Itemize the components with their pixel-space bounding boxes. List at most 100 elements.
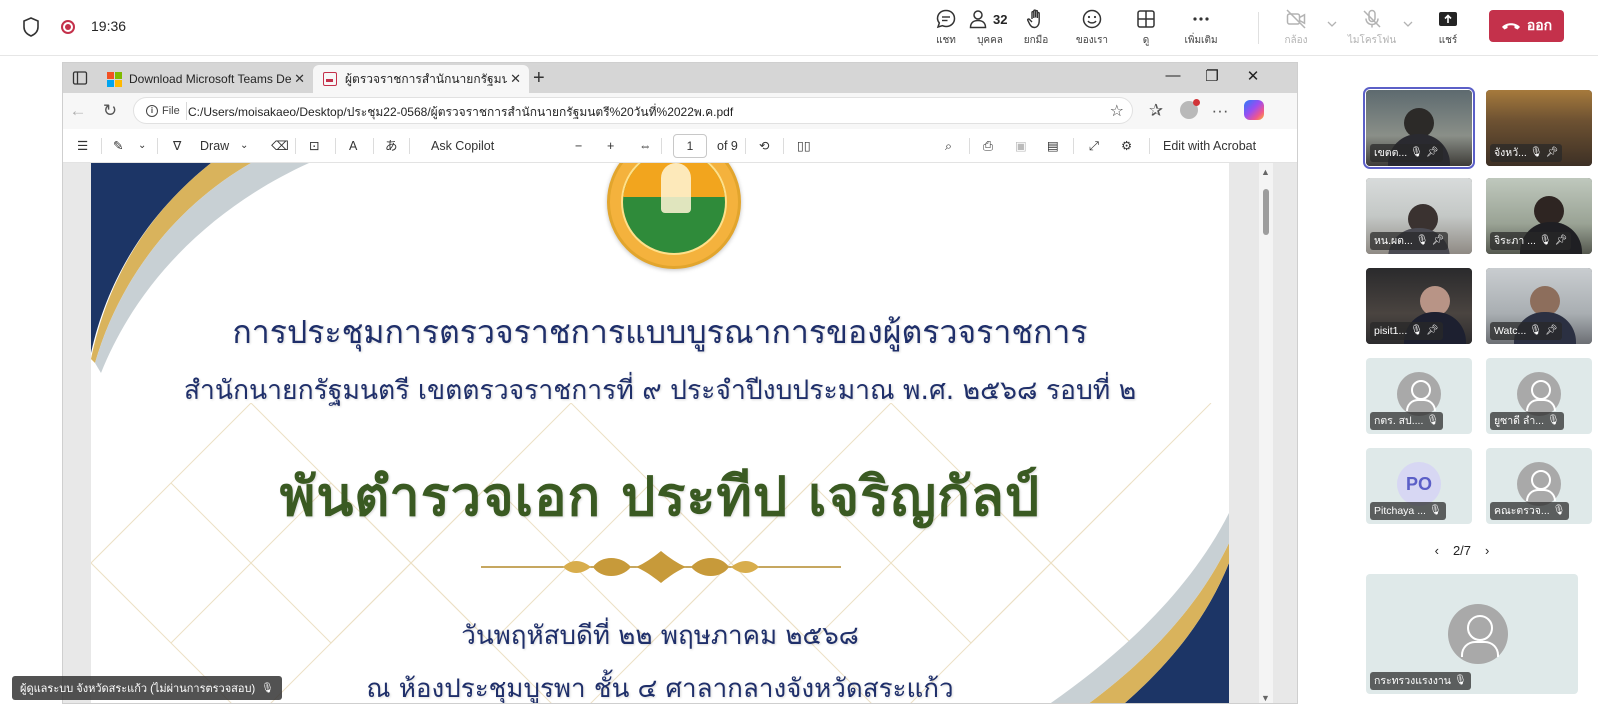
pdf-scrollbar[interactable]: ▲ ▼ bbox=[1259, 163, 1273, 703]
rotate-icon[interactable]: ⟲ bbox=[759, 138, 769, 154]
draw-icon[interactable]: ∇ bbox=[173, 138, 181, 154]
table-of-contents-icon[interactable]: ☰ bbox=[77, 138, 88, 154]
participant-tile[interactable]: ยูซาดี ลำ... 🎙︎ bbox=[1486, 358, 1592, 434]
page-view-icon[interactable]: ▯▯ bbox=[797, 138, 811, 154]
participant-tile[interactable]: หน.ผต... 🎙︎ 📌︎ bbox=[1366, 178, 1472, 254]
participant-name: กตร. สป.... bbox=[1374, 415, 1424, 427]
participant-tile[interactable]: จังหวั... 🎙︎ 📌︎ bbox=[1486, 90, 1592, 166]
share-button[interactable]: แชร์ bbox=[1420, 6, 1476, 52]
refresh-icon[interactable]: ↻ bbox=[101, 102, 119, 120]
leave-button[interactable]: ออก bbox=[1489, 10, 1564, 42]
tab-actions-icon[interactable] bbox=[72, 70, 88, 86]
participant-label: กระทรวงแรงงาน 🎙︎ bbox=[1370, 672, 1471, 690]
draw-chevron-icon[interactable]: ⌄ bbox=[240, 138, 248, 154]
zoom-in-icon[interactable]: + bbox=[607, 138, 614, 154]
pdf-settings-gear-icon[interactable]: ⚙ bbox=[1121, 138, 1132, 154]
translate-icon[interactable]: あ bbox=[385, 138, 398, 154]
url-text: C:/Users/moisakaeo/Desktop/ประชุม22-0568… bbox=[188, 105, 734, 119]
favorites-icon[interactable]: ✰ bbox=[1147, 102, 1165, 120]
participant-tile[interactable]: จิระภา ... 🎙︎ 📌︎ bbox=[1486, 178, 1592, 254]
pdf-toolbar: ☰ ✎ ⌄ ∇ Draw ⌄ ⌫ ⊡ A あ Ask Copilot − + ⇔… bbox=[63, 129, 1297, 163]
scroll-up-arrow-icon[interactable]: ▲ bbox=[1261, 167, 1270, 177]
pin-icon: 📌︎ bbox=[1545, 147, 1559, 158]
view-button[interactable]: ดู bbox=[1118, 6, 1174, 52]
site-info-chip[interactable]: i File bbox=[140, 102, 187, 120]
shield-icon[interactable] bbox=[22, 17, 40, 37]
toolbar-separator bbox=[1149, 138, 1150, 154]
mic-icon: 🎙︎ bbox=[1415, 235, 1429, 246]
close-window-icon[interactable]: ✕ bbox=[1243, 67, 1263, 85]
profile-avatar[interactable] bbox=[1180, 99, 1200, 119]
tab-close-icon[interactable]: ✕ bbox=[294, 71, 305, 87]
gold-ornament-divider bbox=[481, 551, 841, 583]
ask-copilot-button[interactable]: Ask Copilot bbox=[431, 138, 494, 154]
gallery-pager: ‹ 2/7 › bbox=[1356, 540, 1568, 560]
pin-icon: 📌︎ bbox=[1425, 325, 1439, 336]
info-icon: i bbox=[146, 105, 158, 117]
react-button[interactable]: ของเรา bbox=[1064, 6, 1120, 52]
favorite-star-icon[interactable]: ☆ bbox=[1110, 101, 1124, 121]
mic-button[interactable]: ไมโครโฟน bbox=[1344, 6, 1400, 52]
avatar bbox=[1517, 372, 1561, 416]
save-as-icon[interactable]: ▤ bbox=[1047, 138, 1059, 154]
participant-tile[interactable]: เขตต... 🎙︎ 📌︎ bbox=[1363, 87, 1475, 169]
smiley-icon bbox=[1082, 9, 1102, 29]
participant-tile[interactable]: Watc... 🎙︎ 📌︎ bbox=[1486, 268, 1592, 344]
scroll-thumb[interactable] bbox=[1263, 189, 1269, 235]
address-bar[interactable]: i File C:/Users/moisakaeo/Desktop/ประชุม… bbox=[133, 97, 1133, 124]
search-icon[interactable]: ⌕ bbox=[945, 138, 952, 154]
tab-close-icon[interactable]: ✕ bbox=[510, 71, 521, 87]
highlight-chevron-icon[interactable]: ⌄ bbox=[138, 138, 146, 154]
settings-more-icon[interactable]: ··· bbox=[1211, 102, 1229, 120]
new-tab-icon[interactable]: + bbox=[533, 67, 545, 90]
read-aloud-icon[interactable]: A bbox=[349, 138, 357, 154]
previous-page-chevron-icon[interactable]: ‹ bbox=[1435, 543, 1439, 558]
more-button[interactable]: เพิ่มเติม bbox=[1173, 6, 1229, 52]
camera-off-icon bbox=[1286, 9, 1306, 29]
edit-with-acrobat-button[interactable]: Edit with Acrobat bbox=[1163, 138, 1256, 154]
mic-icon: 🎙︎ bbox=[1410, 147, 1423, 158]
participant-tile[interactable]: PO Pitchaya ... 🎙︎ bbox=[1366, 448, 1472, 524]
toolbar-separator bbox=[1073, 138, 1074, 154]
restore-icon[interactable]: ❐ bbox=[1202, 67, 1222, 85]
fit-width-icon[interactable]: ⇔ bbox=[639, 138, 652, 154]
mic-icon: 🎙︎ bbox=[1538, 235, 1552, 246]
highlight-icon[interactable]: ✎ bbox=[113, 138, 123, 154]
document-title-line2: สำนักนายกรัฐมนตรี เขตตรวจราชการที่ ๙ ประ… bbox=[183, 375, 1137, 406]
page-number-input[interactable]: 1 bbox=[673, 134, 707, 158]
back-icon[interactable]: ← bbox=[69, 102, 87, 120]
participant-name: เขตต... bbox=[1374, 147, 1408, 159]
participant-tile[interactable]: pisit1... 🎙︎ 📌︎ bbox=[1366, 268, 1472, 344]
recording-icon bbox=[61, 20, 75, 34]
minimize-icon[interactable]: — bbox=[1163, 67, 1183, 84]
tab-pdf[interactable]: ผู้ตรวจราชการสำนักนายกรัฐมนตรี วันที่ ✕ bbox=[313, 65, 529, 93]
fullscreen-icon[interactable]: ⤢ bbox=[1089, 138, 1099, 154]
view-label: ดู bbox=[1142, 35, 1150, 46]
participant-label: กตร. สป.... 🎙︎ bbox=[1370, 412, 1444, 430]
next-page-chevron-icon[interactable]: › bbox=[1485, 543, 1489, 558]
mic-options-chevron-icon[interactable] bbox=[1402, 18, 1414, 30]
participant-name: ยูซาดี ลำ... bbox=[1494, 415, 1544, 427]
print-icon[interactable]: ⎙ bbox=[983, 138, 993, 154]
text-box-icon[interactable]: ⊡ bbox=[309, 138, 319, 154]
scroll-down-arrow-icon[interactable]: ▼ bbox=[1261, 693, 1270, 703]
eraser-icon[interactable]: ⌫ bbox=[271, 138, 289, 154]
more-label: เพิ่มเติม bbox=[1184, 35, 1218, 46]
pdf-viewport[interactable]: การประชุมการตรวจราชการแบบบูรณาการของผู้ต… bbox=[63, 163, 1297, 703]
tab-teams-download[interactable]: Download Microsoft Teams Deskt ✕ bbox=[97, 65, 313, 93]
more-icon bbox=[1193, 17, 1209, 21]
participant-tile-large[interactable]: กระทรวงแรงงาน 🎙︎ bbox=[1366, 574, 1578, 694]
participant-tile[interactable]: กตร. สป.... 🎙︎ bbox=[1366, 358, 1472, 434]
save-icon[interactable]: ▣ bbox=[1015, 138, 1027, 154]
camera-button[interactable]: กล้อง bbox=[1268, 6, 1324, 52]
participant-name: จังหวั... bbox=[1494, 147, 1527, 159]
pin-icon: 📌︎ bbox=[1431, 235, 1445, 246]
draw-button[interactable]: Draw bbox=[200, 138, 229, 154]
share-icon bbox=[1439, 12, 1457, 26]
raise-hand-button[interactable]: ยกมือ bbox=[1008, 6, 1064, 52]
camera-options-chevron-icon[interactable] bbox=[1326, 18, 1338, 30]
zoom-out-icon[interactable]: − bbox=[575, 138, 582, 154]
copilot-icon[interactable] bbox=[1244, 100, 1264, 120]
leave-label: ออก bbox=[1526, 17, 1553, 33]
participant-tile[interactable]: คณะตรวจ... 🎙︎ bbox=[1486, 448, 1592, 524]
